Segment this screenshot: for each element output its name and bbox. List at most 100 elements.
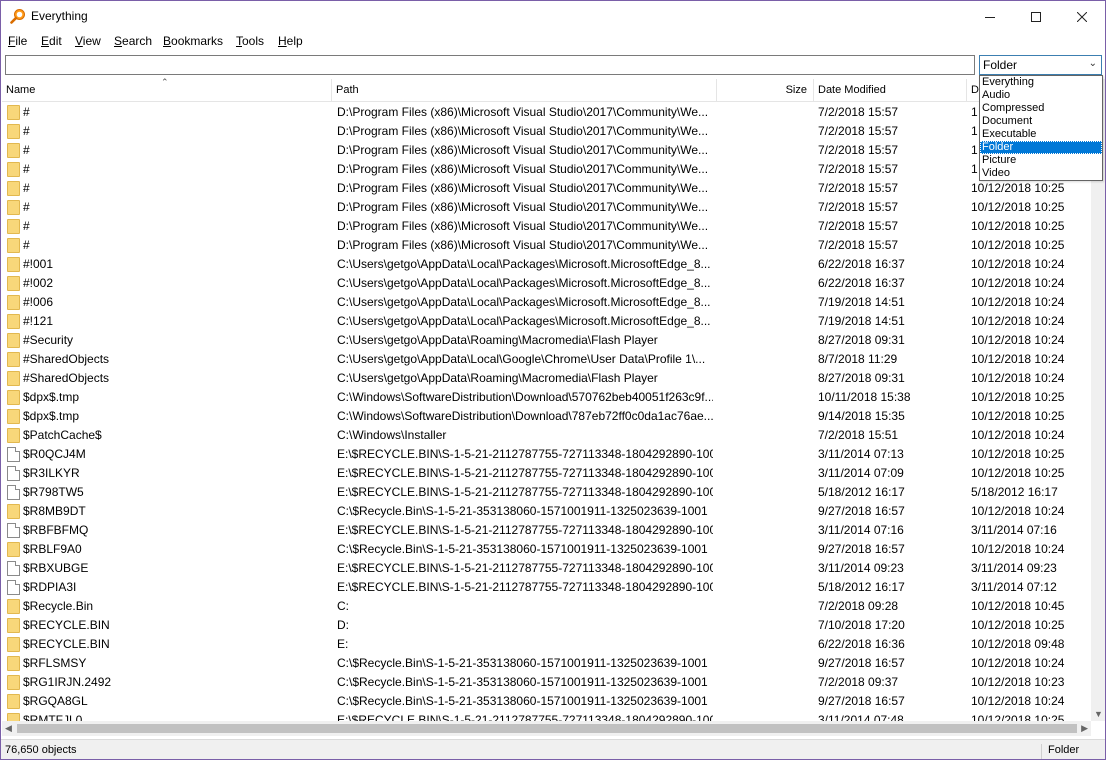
table-row[interactable]: $Recycle.Bin C: 7/2/2018 09:28 10/12/2018 1…	[2, 597, 1091, 616]
cell-name: #!002	[23, 276, 54, 290]
table-row[interactable]: #SharedObjects C:\Users\getgo\AppData\Loc…	[2, 350, 1091, 369]
folder-icon	[7, 656, 20, 671]
table-row[interactable]: $RECYCLE.BIN D: 7/10/2018 17:20 10/12/2018 …	[2, 616, 1091, 635]
cell-date-2: 10/12/2018 10:45	[971, 599, 1065, 613]
cell-date-modified: 9/27/2018 16:57	[818, 542, 905, 556]
folder-icon	[7, 675, 20, 690]
table-row[interactable]: #Security C:\Users\getgo\AppData\Roaming\…	[2, 331, 1091, 350]
column-size[interactable]: Size	[717, 79, 814, 102]
table-row[interactable]: # D:\Program Files (x86)\Microsoft Visual…	[2, 160, 1091, 179]
table-row[interactable]: #SharedObjects C:\Users\getgo\AppData\Roa…	[2, 369, 1091, 388]
cell-date-2: 10/12/2018 10:24	[971, 694, 1065, 708]
horizontal-scrollbar[interactable]: ◀ ▶	[2, 721, 1091, 736]
folder-icon	[7, 390, 20, 405]
table-row[interactable]: #!001 C:\Users\getgo\AppData\Local\Packag…	[2, 255, 1091, 274]
folder-icon	[7, 238, 20, 253]
filter-option-executable[interactable]: Executable	[980, 128, 1102, 141]
table-row[interactable]: $RECYCLE.BIN E: 6/22/2018 16:36 10/12/2018 …	[2, 635, 1091, 654]
table-row[interactable]: $RFLSMSY C:\$Recycle.Bin\S-1-5-21-3531380…	[2, 654, 1091, 673]
cell-path: C:\$Recycle.Bin\S-1-5-21-353138060-15710…	[337, 675, 708, 689]
cell-date-modified: 9/27/2018 16:57	[818, 694, 905, 708]
table-row[interactable]: $PatchCache$ C:\Windows\Installer 7/2/2018…	[2, 426, 1091, 445]
cell-path: E:\$RECYCLE.BIN\S-1-5-21-2112787755-7271…	[337, 485, 713, 499]
table-row[interactable]: $dpx$.tmp C:\Windows\SoftwareDistribution…	[2, 388, 1091, 407]
cell-date-2: 3/11/2014 07:16	[971, 523, 1057, 537]
table-row[interactable]: # D:\Program Files (x86)\Microsoft Visual…	[2, 179, 1091, 198]
cell-name: #	[23, 200, 30, 214]
menu-bookmarks[interactable]: Bookmarks	[163, 34, 223, 48]
table-row[interactable]: #!121 C:\Users\getgo\AppData\Local\Packag…	[2, 312, 1091, 331]
column-path[interactable]: Path	[332, 79, 717, 102]
menu-tools[interactable]: Tools	[236, 34, 264, 48]
table-row[interactable]: $R8MB9DT C:\$Recycle.Bin\S-1-5-21-3531380…	[2, 502, 1091, 521]
table-row[interactable]: $RGQA8GL C:\$Recycle.Bin\S-1-5-21-3531380…	[2, 692, 1091, 711]
menu-search[interactable]: Search	[114, 34, 152, 48]
table-row[interactable]: $R0QCJ4M E:\$RECYCLE.BIN\S-1-5-21-2112787…	[2, 445, 1091, 464]
cell-date-2: 10/12/2018 09:48	[971, 637, 1065, 651]
filter-option-video[interactable]: Video	[980, 167, 1102, 180]
column-date-modified[interactable]: Date Modified	[814, 79, 967, 102]
table-row[interactable]: $RG1IRJN.2492 C:\$Recycle.Bin\S-1-5-21-35…	[2, 673, 1091, 692]
table-row[interactable]: $RBLF9A0 C:\$Recycle.Bin\S-1-5-21-3531380…	[2, 540, 1091, 559]
cell-name: $RBFBFMQ	[23, 523, 89, 537]
cell-name: $RMTFJL0	[23, 713, 83, 721]
scroll-right-icon[interactable]: ▶	[1081, 723, 1088, 734]
menu-help[interactable]: Help	[278, 34, 303, 48]
results-list[interactable]: # D:\Program Files (x86)\Microsoft Visual…	[2, 103, 1091, 721]
table-row[interactable]: $dpx$.tmp C:\Windows\SoftwareDistribution…	[2, 407, 1091, 426]
cell-date-2: 3/11/2014 07:12	[971, 580, 1057, 594]
cell-date-modified: 5/18/2012 16:17	[818, 485, 905, 499]
filter-select[interactable]: Folder ⌄	[979, 55, 1102, 75]
menu-view[interactable]: View	[75, 34, 101, 48]
cell-date-modified: 9/27/2018 16:57	[818, 656, 905, 670]
table-row[interactable]: #!006 C:\Users\getgo\AppData\Local\Packag…	[2, 293, 1091, 312]
title-bar[interactable]: Everything	[1, 1, 1105, 32]
table-row[interactable]: # D:\Program Files (x86)\Microsoft Visual…	[2, 141, 1091, 160]
cell-name: $dpx$.tmp	[23, 390, 80, 404]
sort-ascending-icon: ⌃	[161, 77, 169, 87]
table-row[interactable]: $RMTFJL0 E:\$RECYCLE.BIN\S-1-5-21-2112787…	[2, 711, 1091, 721]
table-row[interactable]: $R3ILKYR E:\$RECYCLE.BIN\S-1-5-21-2112787…	[2, 464, 1091, 483]
table-row[interactable]: # D:\Program Files (x86)\Microsoft Visual…	[2, 198, 1091, 217]
table-row[interactable]: $RDPIA3I E:\$RECYCLE.BIN\S-1-5-21-2112787…	[2, 578, 1091, 597]
close-button[interactable]	[1059, 1, 1105, 32]
cell-date-modified: 6/22/2018 16:37	[818, 257, 905, 271]
cell-path: E:\$RECYCLE.BIN\S-1-5-21-2112787755-7271…	[337, 523, 713, 537]
folder-icon	[7, 542, 20, 557]
filter-option-everything[interactable]: Everything	[980, 76, 1102, 89]
cell-date-modified: 9/14/2018 15:35	[818, 409, 905, 423]
filter-option-document[interactable]: Document	[980, 115, 1102, 128]
cell-date-modified: 6/22/2018 16:37	[818, 276, 905, 290]
cell-date-2: 10/12/2018 10:25	[971, 200, 1065, 214]
cell-date-modified: 3/11/2014 07:48	[818, 713, 904, 721]
menu-file[interactable]: File	[8, 34, 27, 48]
scroll-left-icon[interactable]: ◀	[5, 723, 12, 734]
table-row[interactable]: $RBFBFMQ E:\$RECYCLE.BIN\S-1-5-21-2112787…	[2, 521, 1091, 540]
minimize-button[interactable]	[967, 1, 1013, 32]
folder-icon	[7, 637, 20, 652]
table-row[interactable]: # D:\Program Files (x86)\Microsoft Visual…	[2, 217, 1091, 236]
table-row[interactable]: # D:\Program Files (x86)\Microsoft Visual…	[2, 103, 1091, 122]
filter-option-compressed[interactable]: Compressed	[980, 102, 1102, 115]
cell-date-2: 10/12/2018 10:24	[971, 295, 1065, 309]
everything-window: Everything File Edit View Search Bookmar…	[0, 0, 1106, 760]
menu-edit[interactable]: Edit	[41, 34, 62, 48]
filter-option-audio[interactable]: Audio	[980, 89, 1102, 102]
folder-icon	[7, 124, 20, 139]
search-input[interactable]	[5, 55, 975, 75]
table-row[interactable]: $RBXUBGE E:\$RECYCLE.BIN\S-1-5-21-2112787…	[2, 559, 1091, 578]
horizontal-scroll-thumb[interactable]	[17, 724, 1077, 733]
folder-icon	[7, 713, 20, 721]
cell-name: $PatchCache$	[23, 428, 102, 442]
cell-path: C:\Users\getgo\AppData\Local\Packages\Mi…	[337, 257, 711, 271]
filter-option-picture[interactable]: Picture	[980, 154, 1102, 167]
scroll-down-icon[interactable]: ▼	[1094, 709, 1103, 719]
maximize-button[interactable]	[1013, 1, 1059, 32]
filter-option-folder[interactable]: Folder	[980, 141, 1102, 154]
table-row[interactable]: # D:\Program Files (x86)\Microsoft Visual…	[2, 236, 1091, 255]
table-row[interactable]: $R798TW5 E:\$RECYCLE.BIN\S-1-5-21-2112787…	[2, 483, 1091, 502]
menu-bar: File Edit View Search Bookmarks Tools He…	[1, 32, 1105, 52]
table-row[interactable]: # D:\Program Files (x86)\Microsoft Visual…	[2, 122, 1091, 141]
table-row[interactable]: #!002 C:\Users\getgo\AppData\Local\Packag…	[2, 274, 1091, 293]
file-icon	[7, 580, 20, 595]
